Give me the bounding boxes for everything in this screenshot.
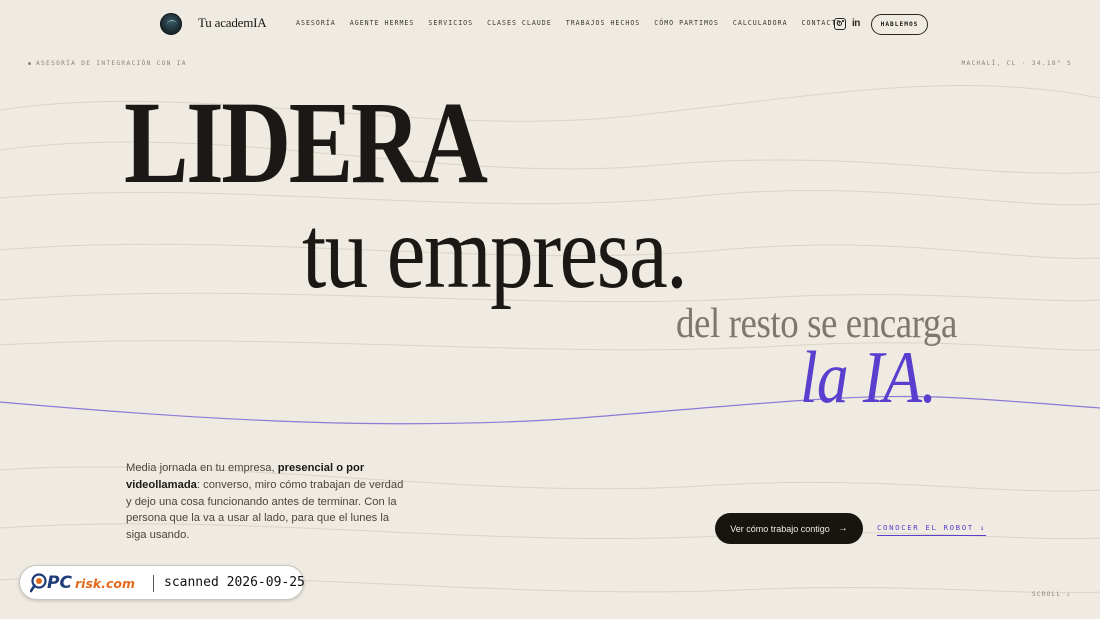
bullet-dot-icon	[28, 61, 31, 65]
intro-text-start: Media jornada en tu empresa,	[126, 462, 278, 474]
instagram-icon[interactable]	[834, 18, 846, 30]
location-label: MACHALÍ, CL · 34.18° S	[961, 60, 1072, 67]
pcrisk-watermark: PC risk.com scanned 2026-09-25	[19, 565, 305, 600]
svg-text:risk.com: risk.com	[75, 576, 135, 591]
nav-link-servicios[interactable]: SERVICIOS	[428, 19, 473, 27]
nav-link-agente-hermes[interactable]: AGENTE HERMES	[350, 19, 415, 27]
hero-headline-empresa: tu empresa.	[302, 195, 688, 310]
intro-paragraph: Media jornada en tu empresa, presencial …	[126, 460, 404, 544]
watermark-scan-text: scanned 2026-09-25	[164, 575, 305, 590]
top-navigation: Tu academIA ASESORÍA AGENTE HERMES SERVI…	[0, 0, 1100, 50]
arrow-right-icon: →	[837, 522, 848, 534]
eyebrow-label: ASESORÍA DE INTEGRACIÓN CON IA	[28, 60, 187, 67]
ver-como-trabajo-label: Ver cómo trabajo contigo	[730, 523, 830, 534]
nav-link-calculadora[interactable]: CALCULADORA	[733, 19, 788, 27]
logo-icon[interactable]	[160, 13, 182, 35]
scroll-indicator[interactable]: SCROLL ↓	[1032, 591, 1071, 598]
nav-link-asesoria[interactable]: ASESORÍA	[296, 19, 336, 27]
hero-headline-lidera: LIDERA	[124, 77, 488, 208]
hero-accent-ia: la IA.	[800, 337, 937, 419]
nav-link-trabajos-hechos[interactable]: TRABAJOS HECHOS	[566, 19, 641, 27]
nav-link-como-partimos[interactable]: CÓMO PARTIMOS	[654, 19, 719, 27]
ver-como-trabajo-button[interactable]: Ver cómo trabajo contigo →	[715, 513, 863, 544]
brand-name[interactable]: Tu academIA	[198, 15, 267, 31]
svg-text:PC: PC	[47, 573, 72, 593]
eyebrow-text: ASESORÍA DE INTEGRACIÓN CON IA	[36, 60, 187, 67]
watermark-separator	[153, 575, 154, 592]
pcrisk-logo-icon: PC risk.com	[30, 573, 135, 593]
nav-links: ASESORÍA AGENTE HERMES SERVICIOS CLASES …	[296, 19, 841, 27]
linkedin-icon[interactable]: in	[852, 18, 864, 30]
conocer-el-robot-link[interactable]: CONOCER EL ROBOT ↓	[877, 523, 986, 536]
nav-link-clases-claude[interactable]: CLASES CLAUDE	[487, 19, 552, 27]
hablemos-button[interactable]: HABLEMOS	[871, 14, 928, 35]
